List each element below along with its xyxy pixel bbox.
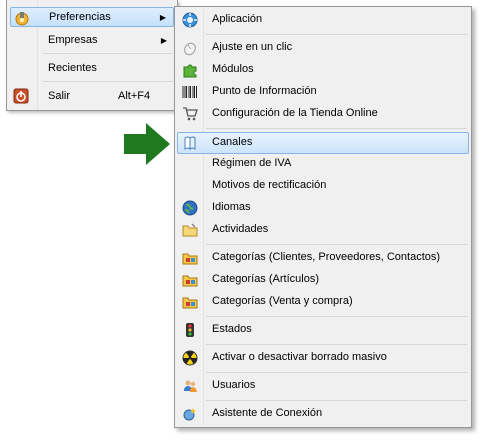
submenu-item-label: Estados xyxy=(212,323,252,335)
submenu-item-borrado-masivo[interactable]: Activar o desactivar borrado masivo xyxy=(177,347,469,369)
menu-item-label: Salir xyxy=(48,90,71,102)
preferencias-submenu: Aplicación Ajuste en un clic Módulos Pun… xyxy=(174,6,472,428)
menu-item-label: Preferencias xyxy=(49,11,111,23)
submenu-item-motivos-de-rectificacion[interactable]: Motivos de rectificación xyxy=(177,175,469,197)
submenu-item-canales[interactable]: Canales xyxy=(177,132,469,154)
submenu-item-categorias-venta-compra[interactable]: Categorías (Venta y compra) xyxy=(177,291,469,313)
submenu-item-idiomas[interactable]: Idiomas xyxy=(177,197,469,219)
menu-item-label: Recientes xyxy=(48,62,97,74)
category-folder-icon xyxy=(182,272,198,288)
menu-separator xyxy=(206,316,467,317)
pointer-arrow-icon xyxy=(124,123,172,165)
users-icon xyxy=(182,378,198,394)
submenu-item-label: Categorías (Clientes, Proveedores, Conta… xyxy=(212,251,441,263)
wizard-icon xyxy=(182,406,198,422)
submenu-item-asistente-de-conexion[interactable]: Asistente de Conexión xyxy=(177,403,469,425)
menu-separator xyxy=(43,53,173,54)
menu-separator xyxy=(43,81,173,82)
menu-item-recientes[interactable]: Recientes xyxy=(10,58,174,78)
menu-item-preferencias[interactable]: Preferencias ▶ xyxy=(10,7,174,27)
submenu-item-label: Usuarios xyxy=(212,379,256,391)
menu-item-label: Empresas xyxy=(48,34,98,46)
folder-icon xyxy=(182,222,198,238)
submenu-item-regimen-de-iva[interactable]: Régimen de IVA xyxy=(177,153,469,175)
category-folder-icon xyxy=(182,294,198,310)
menu-separator xyxy=(206,244,467,245)
submenu-item-actividades[interactable]: Actividades xyxy=(177,219,469,241)
submenu-item-label: Idiomas xyxy=(212,201,251,213)
submenu-item-label: Asistente de Conexión xyxy=(212,407,323,419)
submenu-item-label: Activar o desactivar borrado masivo xyxy=(212,351,387,363)
submenu-item-estados[interactable]: Estados xyxy=(177,319,469,341)
menu-item-salir[interactable]: Salir Alt+F4 xyxy=(10,86,174,106)
menu-separator xyxy=(206,372,467,373)
submenu-item-label: Categorías (Venta y compra) xyxy=(212,295,353,307)
submenu-item-ajuste-en-un-clic[interactable]: Ajuste en un clic xyxy=(177,37,469,59)
submenu-item-label: Canales xyxy=(212,136,253,148)
book-icon xyxy=(182,135,198,151)
main-menu: Preferencias ▶ Empresas ▶ Recientes Sali… xyxy=(6,0,178,111)
submenu-item-label: Aplicación xyxy=(212,13,263,25)
power-icon xyxy=(13,88,29,104)
category-folder-icon xyxy=(182,250,198,266)
tools-icon xyxy=(14,10,30,26)
submenu-arrow-icon: ▶ xyxy=(160,35,167,45)
barcode-icon xyxy=(182,84,198,100)
menu-separator xyxy=(206,400,467,401)
menu-separator xyxy=(206,128,467,129)
submenu-item-label: Régimen de IVA xyxy=(212,157,292,169)
traffic-light-icon xyxy=(182,322,198,338)
menu-item-empresas[interactable]: Empresas ▶ xyxy=(10,30,174,50)
submenu-item-label: Categorías (Artículos) xyxy=(212,273,319,285)
submenu-item-aplicacion[interactable]: Aplicación xyxy=(177,9,469,31)
submenu-item-label: Punto de Información xyxy=(212,85,317,97)
radiation-icon xyxy=(182,350,198,366)
globe-icon xyxy=(182,200,198,216)
puzzle-icon xyxy=(182,62,198,78)
submenu-item-categorias-articulos[interactable]: Categorías (Artículos) xyxy=(177,269,469,291)
cart-icon xyxy=(182,106,198,122)
submenu-item-punto-de-informacion[interactable]: Punto de Información xyxy=(177,81,469,103)
submenu-item-label: Módulos xyxy=(212,63,254,75)
submenu-item-tienda-online[interactable]: Configuración de la Tienda Online xyxy=(177,103,469,125)
menu-separator xyxy=(206,344,467,345)
menu-separator xyxy=(206,34,467,35)
mouse-icon xyxy=(182,40,198,56)
submenu-arrow-icon: ▶ xyxy=(159,12,166,22)
submenu-item-modulos[interactable]: Módulos xyxy=(177,59,469,81)
submenu-item-label: Motivos de rectificación xyxy=(212,179,327,191)
submenu-item-usuarios[interactable]: Usuarios xyxy=(177,375,469,397)
submenu-item-categorias-clientes[interactable]: Categorías (Clientes, Proveedores, Conta… xyxy=(177,247,469,269)
submenu-item-label: Actividades xyxy=(212,223,269,235)
submenu-item-label: Configuración de la Tienda Online xyxy=(212,107,378,119)
shortcut-text: Alt+F4 xyxy=(118,90,151,102)
gear-app-icon xyxy=(182,12,198,28)
submenu-item-label: Ajuste en un clic xyxy=(212,41,293,53)
